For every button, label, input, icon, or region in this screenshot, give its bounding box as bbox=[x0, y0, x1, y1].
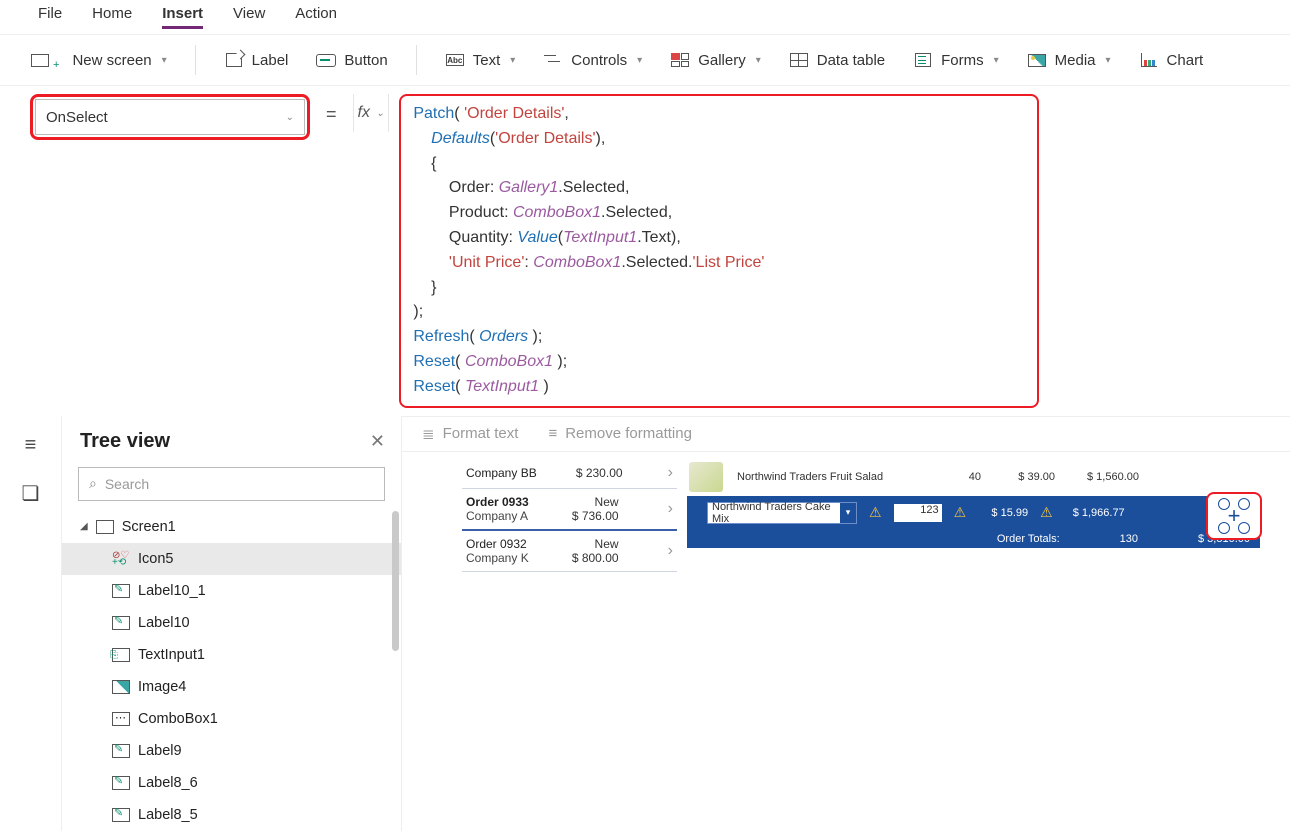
hamburger-icon[interactable]: ≡ bbox=[25, 434, 37, 457]
orders-gallery[interactable]: Company BB $ 230.00›Order 0933Company A … bbox=[462, 458, 677, 572]
menu-view[interactable]: View bbox=[233, 5, 265, 29]
panel-title: Tree view bbox=[80, 430, 170, 453]
tree-search-input[interactable]: ⌕ Search bbox=[78, 467, 385, 501]
formula-bar: OnSelect ⌄ = fx⌄ Patch( 'Order Details',… bbox=[0, 86, 1290, 416]
search-icon: ⌕ bbox=[89, 475, 97, 492]
order-row[interactable]: Order 0932Company K New$ 800.00› bbox=[462, 531, 677, 572]
tree-item-label8_6[interactable]: Label8_6 bbox=[62, 767, 401, 799]
tree-view-panel: Tree view ✕ ⌕ Search ◢Screen1⊘♡+⟲Icon5La… bbox=[62, 416, 402, 831]
formula-editor[interactable]: Patch( 'Order Details', Defaults('Order … bbox=[399, 94, 1039, 408]
tree-item-image4[interactable]: Image4 bbox=[62, 671, 401, 703]
product-thumb bbox=[689, 462, 723, 492]
product-combobox[interactable]: Northwind Traders Cake Mix ▾ bbox=[707, 502, 857, 524]
new-screen-button[interactable]: + New screen▾ bbox=[30, 52, 167, 69]
format-bar: ≣Format text ≡Remove formatting bbox=[402, 416, 1290, 452]
menu-home[interactable]: Home bbox=[92, 5, 132, 29]
new-line-item: Northwind Traders Cake Mix ▾ ⚠ 123 ⚠ $ 1… bbox=[687, 496, 1260, 530]
menu-file[interactable]: File bbox=[38, 5, 62, 29]
order-row[interactable]: Company BB $ 230.00› bbox=[462, 458, 677, 489]
chevron-down-icon: ▾ bbox=[840, 503, 856, 523]
property-value: OnSelect bbox=[46, 109, 108, 126]
menu-action[interactable]: Action bbox=[295, 5, 337, 29]
property-select[interactable]: OnSelect ⌄ bbox=[35, 99, 305, 135]
tree-item-screen1[interactable]: ◢Screen1 bbox=[62, 511, 401, 543]
warning-icon: ⚠ bbox=[869, 504, 882, 521]
app-preview: Company BB $ 230.00›Order 0933Company A … bbox=[462, 458, 1260, 572]
order-totals: Order Totals: 130 $ 3,810.00 bbox=[687, 530, 1260, 548]
menu-insert[interactable]: Insert bbox=[162, 5, 203, 29]
tree-item-textinput1[interactable]: TextInput1 bbox=[62, 639, 401, 671]
format-text-button[interactable]: ≣Format text bbox=[422, 425, 518, 443]
fx-button[interactable]: fx⌄ bbox=[353, 94, 390, 132]
menubar: File Home Insert View Action bbox=[0, 0, 1290, 34]
insert-button-button[interactable]: Button bbox=[316, 52, 387, 69]
tree-item-combobox1[interactable]: ComboBox1 bbox=[62, 703, 401, 735]
layers-icon[interactable]: ❏ bbox=[22, 481, 40, 506]
ribbon: + New screen▾ Label Button AbcText▾ Cont… bbox=[0, 34, 1290, 86]
insert-forms-menu[interactable]: Forms▾ bbox=[913, 52, 999, 69]
tree-item-icon5[interactable]: ⊘♡+⟲Icon5 bbox=[62, 543, 401, 575]
tree-list: ◢Screen1⊘♡+⟲Icon5Label10_1Label10TextInp… bbox=[62, 511, 401, 831]
tree-item-label10_1[interactable]: Label10_1 bbox=[62, 575, 401, 607]
add-icon-button[interactable]: + bbox=[1206, 492, 1262, 540]
left-rail: ≡ ❏ bbox=[0, 416, 62, 831]
insert-datatable-button[interactable]: Data table bbox=[789, 52, 885, 69]
insert-controls-menu[interactable]: Controls▾ bbox=[543, 52, 642, 69]
close-icon[interactable]: ✕ bbox=[370, 431, 385, 452]
insert-media-menu[interactable]: Media▾ bbox=[1027, 52, 1111, 69]
tree-item-label8_5[interactable]: Label8_5 bbox=[62, 799, 401, 831]
chevron-down-icon: ▾ bbox=[162, 55, 167, 66]
warning-icon: ⚠ bbox=[954, 504, 967, 521]
chevron-down-icon: ⌄ bbox=[286, 112, 294, 123]
insert-chart-menu[interactable]: Chart bbox=[1139, 52, 1204, 69]
equals-sign: = bbox=[320, 94, 343, 135]
insert-gallery-menu[interactable]: Gallery▾ bbox=[670, 52, 761, 69]
tree-item-label10[interactable]: Label10 bbox=[62, 607, 401, 639]
remove-formatting-button[interactable]: ≡Remove formatting bbox=[548, 425, 691, 443]
insert-label-button[interactable]: Label bbox=[224, 52, 289, 69]
order-row[interactable]: Order 0933Company A New$ 736.00› bbox=[462, 489, 677, 531]
tree-item-label9[interactable]: Label9 bbox=[62, 735, 401, 767]
detail-line-item: Northwind Traders Fruit Salad 40 $ 39.00… bbox=[687, 458, 1260, 496]
canvas-area: ≣Format text ≡Remove formatting Company … bbox=[402, 416, 1290, 831]
insert-text-menu[interactable]: AbcText▾ bbox=[445, 52, 516, 69]
warning-icon: ⚠ bbox=[1040, 504, 1053, 521]
quantity-input[interactable]: 123 bbox=[894, 504, 942, 522]
